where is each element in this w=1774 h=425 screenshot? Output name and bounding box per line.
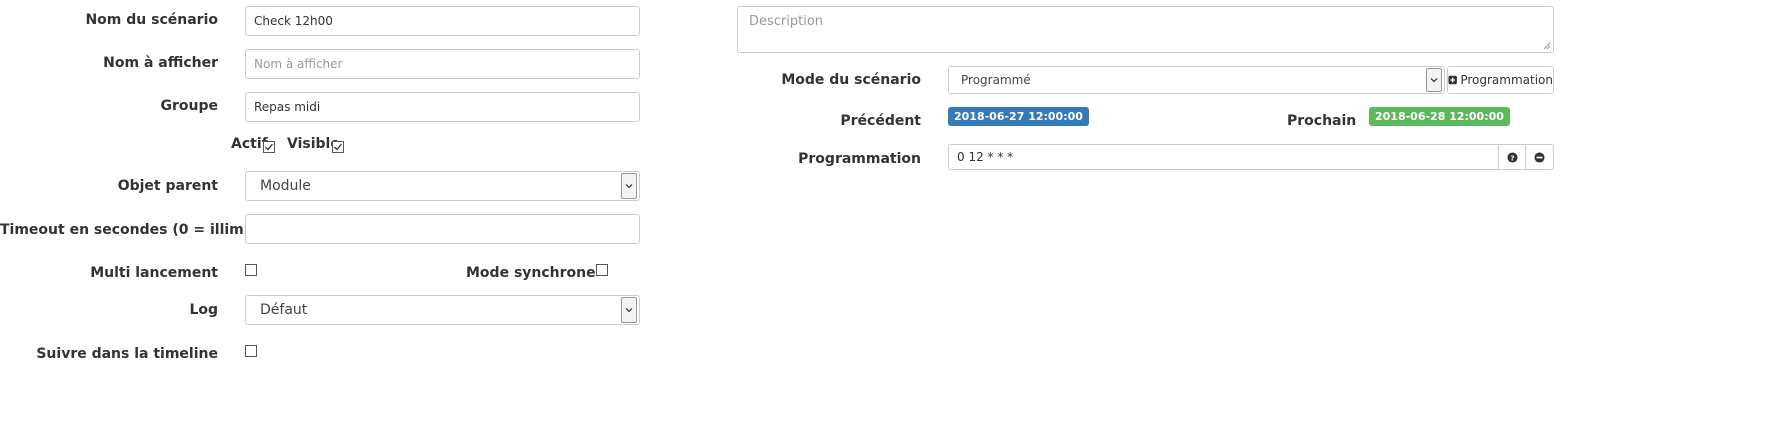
programmation-label: Programmation (798, 151, 921, 167)
description-textarea[interactable]: Description (737, 6, 1554, 53)
mode-value: Programmé (961, 73, 1031, 87)
chevron-down-icon (621, 297, 637, 323)
resize-grip-icon[interactable] (1543, 42, 1551, 50)
timeline-checkbox[interactable] (245, 345, 257, 357)
add-programmation-button[interactable]: Programmation (1447, 66, 1554, 94)
afficher-placeholder: Nom à afficher (254, 57, 343, 71)
nom-value: Check 12h00 (254, 14, 333, 28)
check-icon (265, 143, 274, 151)
nom-label: Nom du scénario (85, 12, 218, 28)
afficher-input[interactable]: Nom à afficher (245, 49, 640, 79)
groupe-value: Repas midi (254, 100, 321, 114)
timeout-label: Timeout en secondes (0 = illimité) (0, 222, 272, 238)
groupe-label: Groupe (160, 98, 219, 114)
log-value: Défaut (260, 302, 308, 318)
sync-checkbox[interactable] (596, 264, 608, 276)
remove-programmation-button[interactable] (1525, 144, 1554, 170)
parent-label: Objet parent (117, 178, 218, 194)
mode-label: Mode du scénario (781, 72, 921, 88)
nom-input[interactable]: Check 12h00 (245, 6, 640, 36)
visible-checkbox[interactable] (332, 141, 344, 153)
log-label: Log (189, 302, 218, 318)
log-select[interactable]: Défaut (245, 295, 640, 325)
prochain-badge: 2018-06-28 12:00:00 (1369, 107, 1510, 126)
actif-checkbox[interactable] (263, 141, 275, 153)
minus-circle-icon (1534, 151, 1545, 163)
timeline-label: Suivre dans la timeline (36, 346, 218, 362)
chevron-down-icon (1426, 68, 1442, 92)
programmation-input[interactable]: 0 12 * * * (948, 144, 1499, 170)
groupe-input[interactable]: Repas midi (245, 92, 640, 122)
chevron-down-icon (621, 173, 637, 199)
parent-select[interactable]: Module (245, 171, 640, 201)
programmation-value: 0 12 * * * (957, 150, 1014, 164)
plus-square-icon (1448, 75, 1457, 85)
prochain-label: Prochain (1287, 113, 1357, 129)
question-circle-icon: ? (1506, 151, 1518, 163)
timeout-input[interactable] (245, 214, 640, 244)
svg-text:?: ? (1510, 153, 1514, 162)
precedent-label: Précédent (840, 113, 921, 129)
mode-select[interactable]: Programmé (948, 66, 1445, 94)
multi-label: Multi lancement (90, 265, 218, 281)
help-button[interactable]: ? (1498, 144, 1526, 170)
precedent-badge: 2018-06-27 12:00:00 (948, 107, 1089, 126)
sync-label: Mode synchrone (466, 265, 596, 281)
parent-value: Module (260, 178, 311, 194)
afficher-label: Nom à afficher (103, 55, 218, 71)
multi-checkbox[interactable] (245, 264, 257, 276)
check-icon (334, 143, 343, 151)
description-placeholder: Description (749, 14, 824, 29)
add-programmation-label: Programmation (1460, 73, 1553, 87)
